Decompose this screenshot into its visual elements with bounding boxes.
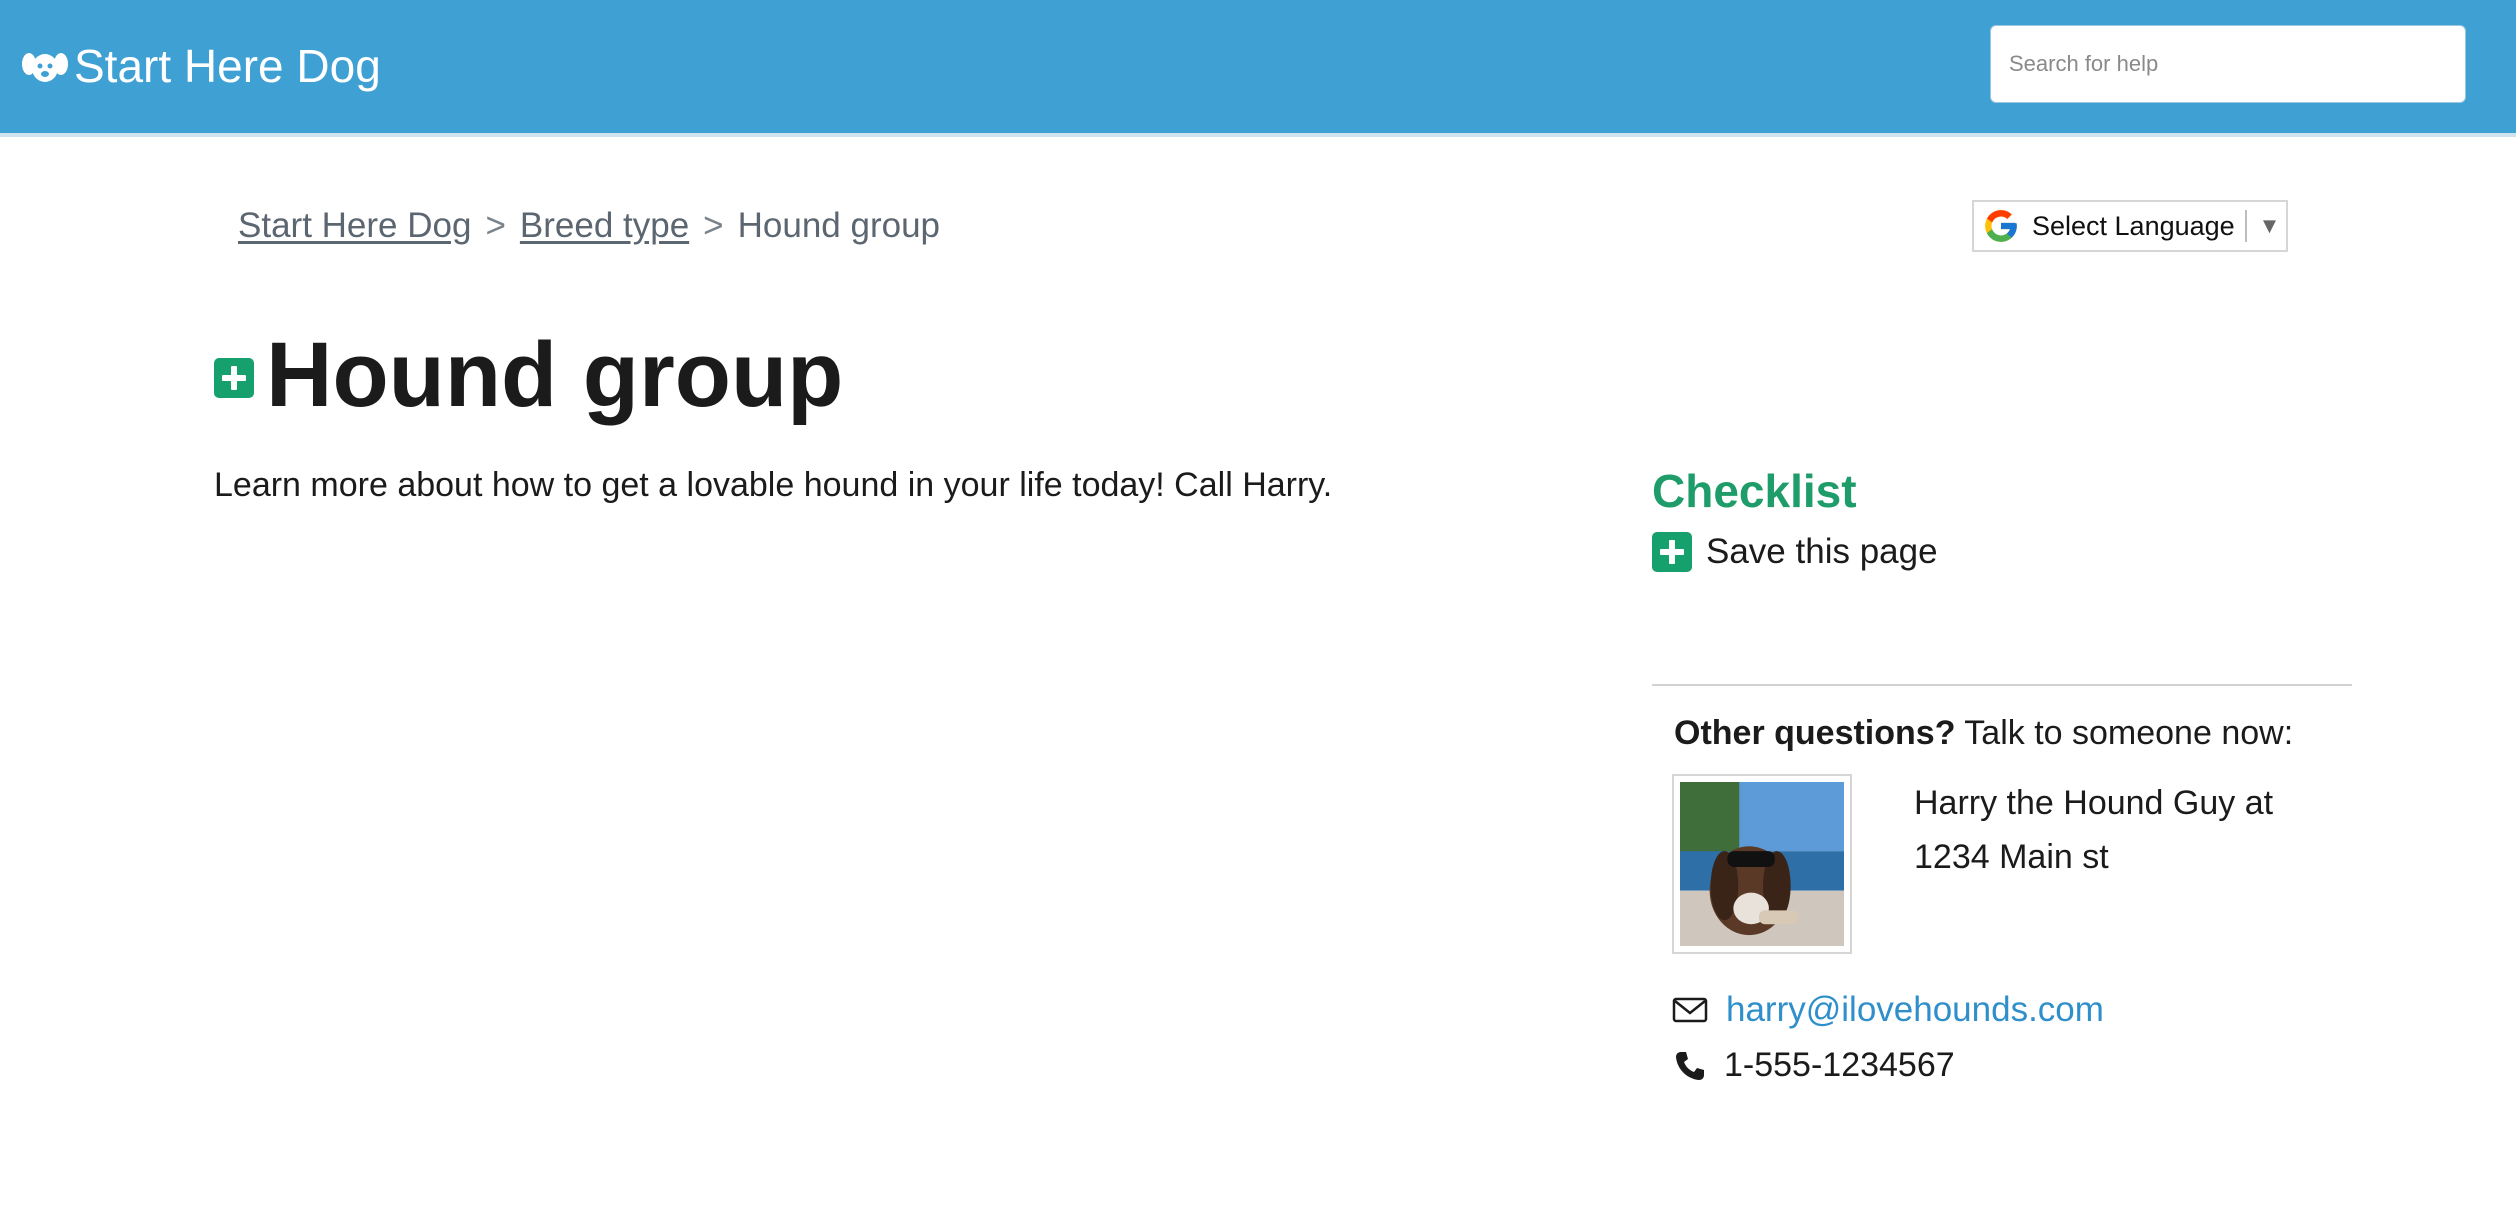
- contact-street-line: 1234 Main st: [1914, 838, 2109, 876]
- add-to-checklist-icon[interactable]: [214, 358, 254, 398]
- email-link[interactable]: harry@ilovehounds.com: [1726, 990, 2104, 1030]
- intro-text: Learn more about how to get a lovable ho…: [214, 466, 1333, 504]
- breadcrumb: Start Here Dog > Breed type > Hound grou…: [238, 206, 940, 246]
- language-select[interactable]: Select Language ▼: [1972, 200, 2288, 252]
- contact-name-line: Harry the Hound Guy at: [1914, 784, 2274, 822]
- breadcrumb-current: Hound group: [737, 206, 941, 245]
- checklist-heading: Checklist: [1652, 465, 1857, 517]
- hound-photo-image: [1680, 782, 1844, 946]
- breadcrumb-link-home[interactable]: Start Here Dog: [238, 206, 471, 246]
- dog-paw-icon: [22, 53, 68, 82]
- phone-icon: [1676, 1051, 1704, 1080]
- breadcrumb-separator: >: [485, 206, 506, 245]
- save-page-label: Save this page: [1706, 532, 1938, 571]
- email-row: harry@ilovehounds.com: [1672, 990, 2104, 1030]
- plus-icon: [1652, 532, 1692, 572]
- brand-link[interactable]: Start Here Dog: [22, 34, 381, 98]
- phone-row: 1-555-1234567: [1672, 1046, 1955, 1085]
- breadcrumb-separator: >: [703, 206, 724, 245]
- other-questions-text: Other questions? Talk to someone now:: [1674, 714, 2293, 753]
- dropdown-arrow-icon: ▼: [2258, 213, 2281, 238]
- save-page-button[interactable]: Save this page: [1652, 532, 1938, 572]
- language-label: Select Language: [2032, 210, 2235, 241]
- other-questions-bold: Other questions?: [1674, 714, 1956, 752]
- contact-photo: [1672, 774, 1852, 954]
- page-title: Hound group: [266, 324, 844, 426]
- brand-name[interactable]: Start Here Dog: [74, 34, 381, 98]
- site-header: Start Here Dog: [0, 0, 2516, 137]
- language-divider: [2244, 210, 2247, 242]
- other-questions-rest: Talk to someone now:: [1955, 714, 2294, 752]
- google-g-icon: [1985, 210, 2017, 242]
- search-input[interactable]: [1990, 25, 2466, 103]
- phone-number: 1-555-1234567: [1724, 1046, 1955, 1084]
- breadcrumb-link-breed-type[interactable]: Breed type: [520, 206, 689, 246]
- envelope-icon: [1672, 997, 1708, 1023]
- contact-address: Harry the Hound Guy at 1234 Main st: [1914, 776, 2273, 884]
- page-title-row: Hound group: [214, 320, 843, 430]
- sidebar-divider: [1652, 684, 2352, 686]
